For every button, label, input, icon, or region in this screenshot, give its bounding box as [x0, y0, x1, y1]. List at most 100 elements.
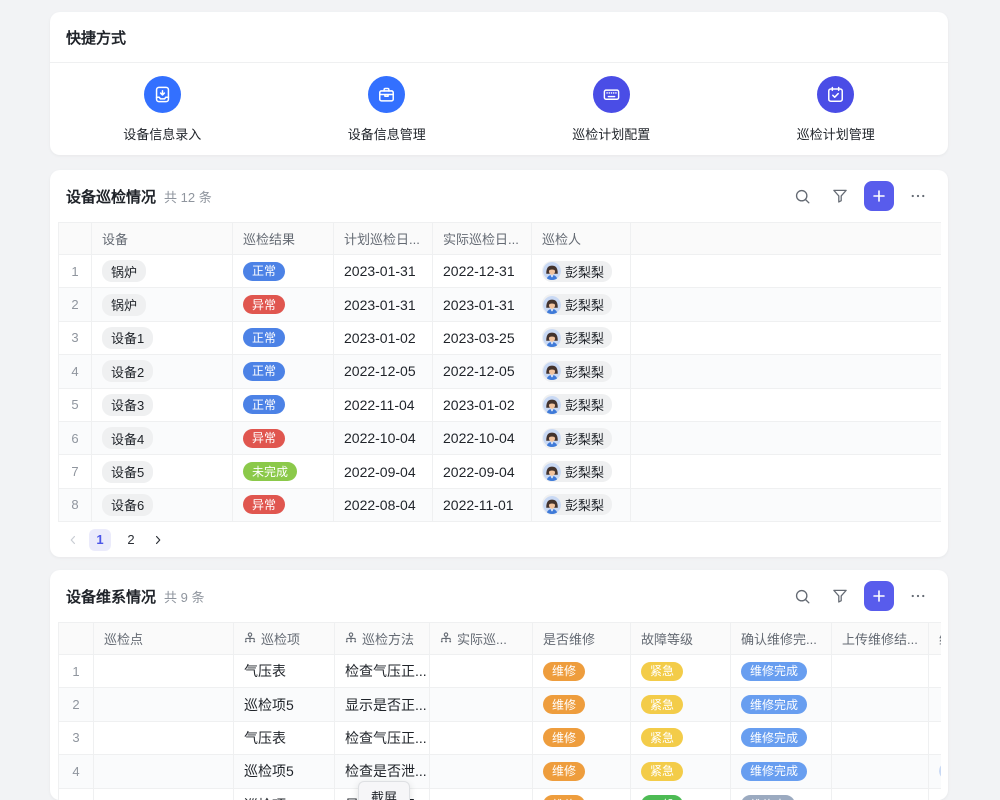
cell-result[interactable]: 未完成 [233, 455, 334, 487]
cell-confirm[interactable]: 维修完成 [731, 755, 832, 787]
cell-upload[interactable] [832, 722, 929, 754]
cell-repair[interactable]: 维修 [533, 722, 631, 754]
cell-result[interactable]: 正常 [233, 322, 334, 354]
cell-spacer[interactable] [631, 322, 941, 354]
cell-level[interactable]: 紧急 [631, 688, 731, 720]
table-row[interactable]: 3 气压表检查气压正... 维修紧急维修完成 [58, 722, 941, 755]
table-row[interactable]: 5设备3正常2022-11-042023-01-02彭梨梨 [58, 389, 941, 422]
cell-spacer[interactable] [631, 255, 941, 287]
cell-result[interactable]: 正常 [233, 355, 334, 387]
cell-worker[interactable] [929, 688, 941, 720]
table-row[interactable]: 5巡检项5显示是否正...维修一般维修中 [58, 789, 941, 800]
cell-actual[interactable]: 2023-01-31 [433, 288, 532, 320]
cell-level[interactable]: 紧急 [631, 722, 731, 754]
cell-repair[interactable]: 维修 [533, 789, 631, 800]
cell-plan[interactable]: 2022-09-04 [334, 455, 433, 487]
cell-device[interactable]: 设备1 [92, 322, 233, 354]
cell-num[interactable]: 4 [59, 755, 94, 787]
cell-point[interactable] [94, 789, 234, 800]
cell-actual[interactable]: 2022-12-31 [433, 255, 532, 287]
cell-device[interactable]: 设备3 [92, 389, 233, 421]
filter-icon[interactable] [826, 182, 854, 210]
cell-worker[interactable] [929, 789, 941, 800]
table-row[interactable]: 6设备4异常2022-10-042022-10-04彭梨梨 [58, 422, 941, 455]
table-row[interactable]: 2锅炉异常2023-01-312023-01-31彭梨梨 [58, 288, 941, 321]
column-header-actual[interactable]: 实际巡检日... [433, 223, 532, 254]
cell-num[interactable]: 7 [59, 455, 92, 487]
shortcut-item-3[interactable]: 巡检计划配置 [499, 76, 724, 143]
cell-spacer[interactable] [631, 389, 941, 421]
cell-num[interactable]: 6 [59, 422, 92, 454]
cell-plan[interactable]: 2023-01-31 [334, 288, 433, 320]
cell-point[interactable] [94, 655, 234, 687]
column-header-spacer[interactable] [631, 223, 941, 254]
column-header-worker[interactable]: 维 [929, 623, 941, 654]
pagination-page-2[interactable]: 2 [120, 529, 142, 551]
cell-person[interactable]: 彭梨梨 [532, 255, 631, 287]
cell-num[interactable]: 3 [59, 722, 94, 754]
cell-plan[interactable]: 2023-01-02 [334, 322, 433, 354]
table-row[interactable]: 1气压表检查气压正...维修紧急维修完成 [58, 655, 941, 688]
cell-plan[interactable]: 2022-10-04 [334, 422, 433, 454]
table-row[interactable]: 2巡检项5显示是否正...维修紧急维修完成 [58, 688, 941, 721]
column-header-repair[interactable]: 是否维修 [533, 623, 631, 654]
cell-spacer[interactable] [631, 422, 941, 454]
cell-confirm[interactable]: 维修完成 [731, 688, 832, 720]
cell-result[interactable]: 正常 [233, 389, 334, 421]
cell-device[interactable]: 设备6 [92, 489, 233, 521]
cell-actual[interactable] [430, 655, 533, 687]
column-header-device[interactable]: 设备 [92, 223, 233, 254]
cell-person[interactable]: 彭梨梨 [532, 422, 631, 454]
cell-item[interactable]: 气压表 [234, 722, 335, 754]
cell-person[interactable]: 彭梨梨 [532, 288, 631, 320]
cell-num[interactable]: 5 [59, 789, 94, 800]
cell-plan[interactable]: 2022-12-05 [334, 355, 433, 387]
table-row[interactable]: 1锅炉正常2023-01-312022-12-31彭梨梨 [58, 255, 941, 288]
cell-level[interactable]: 紧急 [631, 655, 731, 687]
cell-repair[interactable]: 维修 [533, 655, 631, 687]
column-header-method[interactable]: 巡检方法 [335, 623, 430, 654]
search-icon[interactable] [788, 182, 816, 210]
cell-repair[interactable]: 维修 [533, 688, 631, 720]
cell-actual[interactable] [430, 722, 533, 754]
cell-item[interactable]: 巡检项5 [234, 688, 335, 720]
table-row[interactable]: 7设备5未完成2022-09-042022-09-04彭梨梨 [58, 455, 941, 488]
search-icon[interactable] [788, 582, 816, 610]
cell-actual[interactable]: 2022-10-04 [433, 422, 532, 454]
cell-spacer[interactable] [631, 355, 941, 387]
cell-actual[interactable]: 2022-11-01 [433, 489, 532, 521]
cell-device[interactable]: 设备4 [92, 422, 233, 454]
add-record-button[interactable] [864, 181, 894, 211]
column-header-actual[interactable]: 实际巡... [430, 623, 533, 654]
cell-point[interactable] [94, 688, 234, 720]
cell-person[interactable]: 彭梨梨 [532, 389, 631, 421]
pagination-next[interactable] [151, 533, 165, 547]
add-record-button[interactable] [864, 581, 894, 611]
cell-person[interactable]: 彭梨梨 [532, 455, 631, 487]
cell-item[interactable]: 气压表 [234, 655, 335, 687]
cell-plan[interactable]: 2022-11-04 [334, 389, 433, 421]
cell-plan[interactable]: 2022-08-04 [334, 489, 433, 521]
cell-actual[interactable]: 2023-01-02 [433, 389, 532, 421]
cell-level[interactable]: 紧急 [631, 755, 731, 787]
column-header-upload[interactable]: 上传维修结... [832, 623, 929, 654]
cell-num[interactable]: 1 [59, 655, 94, 687]
cell-device[interactable]: 锅炉 [92, 255, 233, 287]
cell-result[interactable]: 正常 [233, 255, 334, 287]
cell-person[interactable]: 彭梨梨 [532, 489, 631, 521]
cell-confirm[interactable]: 维修完成 [731, 722, 832, 754]
cell-num[interactable]: 4 [59, 355, 92, 387]
cell-device[interactable]: 设备5 [92, 455, 233, 487]
cell-plan[interactable]: 2023-01-31 [334, 255, 433, 287]
cell-device[interactable]: 锅炉 [92, 288, 233, 320]
cell-person[interactable]: 彭梨梨 [532, 322, 631, 354]
cell-num[interactable]: 5 [59, 389, 92, 421]
cell-upload[interactable] [832, 655, 929, 687]
cell-actual[interactable]: 2022-09-04 [433, 455, 532, 487]
column-header-person[interactable]: 巡检人 [532, 223, 631, 254]
cell-spacer[interactable] [631, 489, 941, 521]
cell-spacer[interactable] [631, 288, 941, 320]
cell-upload[interactable] [832, 688, 929, 720]
cell-upload[interactable] [832, 755, 929, 787]
cell-method[interactable]: 检查气压正... [335, 722, 430, 754]
